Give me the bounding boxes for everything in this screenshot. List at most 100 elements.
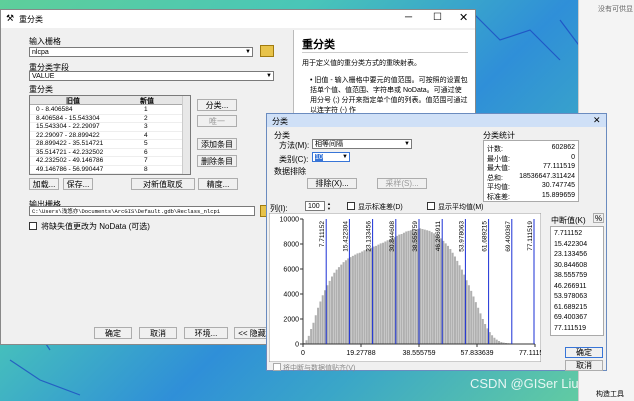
histogram-bar [474, 302, 477, 344]
break-value[interactable]: 38.555759 [554, 272, 587, 279]
new-value-cell[interactable]: 1 [144, 106, 148, 113]
new-value-cell[interactable]: 4 [144, 132, 148, 139]
precision-button[interactable]: 精度... [198, 178, 238, 190]
histogram[interactable]: 10000 8000 6000 4000 2000 00 19.27788 38.555759… [269, 213, 541, 362]
folder-icon[interactable] [260, 45, 274, 57]
percent-toggle[interactable]: % [593, 213, 604, 223]
histogram-bar [377, 244, 380, 344]
old-value-cell[interactable]: 42.232502 - 49.146786 [36, 157, 103, 164]
histogram-bar [312, 322, 315, 344]
table-row[interactable]: 22.29097 - 28.899422 4 [30, 132, 182, 140]
environments-button[interactable]: 环境... [184, 327, 228, 339]
input-raster-label: 输入栅格 [29, 37, 61, 46]
new-value-cell[interactable]: 5 [144, 140, 148, 147]
method-select[interactable]: 相等间隔 ▼ [312, 139, 412, 149]
old-value-cell[interactable]: 35.514721 - 42.232502 [36, 149, 103, 156]
table-row[interactable]: 49.146786 - 56.990447 8 [30, 166, 182, 174]
old-value-cell[interactable]: 49.146786 - 56.990447 [36, 166, 103, 173]
break-value[interactable]: 77.111519 [554, 325, 586, 332]
table-row[interactable]: 28.899422 - 35.514721 5 [30, 140, 182, 149]
break-value[interactable]: 15.422304 [554, 241, 587, 248]
x-tick-label: 0 [301, 350, 305, 357]
break-value[interactable]: 61.689215 [554, 304, 587, 311]
minimize-icon[interactable]: ─ [405, 12, 412, 23]
breaks-list[interactable]: 7.711152 15.422304 23.133456 30.844608 38.55… [550, 226, 604, 336]
table-row[interactable]: 42.232502 - 49.146786 7 [30, 157, 182, 166]
break-value[interactable]: 7.711152 [554, 230, 582, 237]
break-label: 61.689215 [482, 221, 489, 252]
old-value-cell[interactable]: 15.543304 - 22.29097 [36, 123, 100, 130]
add-entry-button[interactable]: 添加条目 [197, 138, 237, 150]
nodata-label: 将缺失值更改为 NoData (可选) [41, 222, 150, 231]
new-value-cell[interactable]: 8 [144, 166, 148, 173]
table-row[interactable]: 35.514721 - 42.232502 6 [30, 149, 182, 157]
header-old: 旧值 [66, 98, 80, 105]
table-row[interactable]: 8.406584 - 15.543304 2 [30, 115, 182, 123]
old-value-cell[interactable]: 0 - 8.406584 [36, 106, 73, 113]
histogram-bar [388, 239, 392, 344]
new-value-cell[interactable]: 2 [144, 115, 148, 122]
break-label: 15.422304 [342, 221, 349, 252]
show-std-checkbox[interactable] [347, 202, 355, 210]
table-scrollbar[interactable] [182, 96, 190, 174]
show-mean-checkbox[interactable] [427, 202, 435, 210]
stat-value: 602862 [551, 144, 575, 151]
classify-ok-button[interactable]: 确定 [565, 347, 603, 358]
close-icon[interactable]: ✕ [459, 11, 468, 24]
field-select[interactable]: VALUE ▼ [29, 71, 274, 81]
nodata-checkbox[interactable] [29, 222, 37, 230]
x-tick-label: 38.555759 [402, 350, 435, 357]
new-value-cell[interactable]: 6 [144, 149, 148, 156]
classify-button[interactable]: 分类... [197, 99, 237, 111]
histogram-bar [495, 339, 498, 344]
no-content-text: 没有可供显 [598, 6, 633, 13]
reclass-table[interactable]: 旧值 新值 0 - 8.406584 1 8.406584 - 15.543304 2… [29, 95, 191, 175]
input-raster-select[interactable]: nlcpa ▼ [29, 47, 253, 57]
cancel-button[interactable]: 取消 [139, 327, 177, 339]
histogram-bar [477, 307, 480, 344]
stat-value: 30.747745 [541, 182, 575, 189]
histogram-bar [428, 230, 431, 344]
output-path-field[interactable]: C:\Users\浅悠亦\Documents\ArcGIS\Default.gd… [29, 206, 255, 216]
x-tick-label: 57.833639 [460, 350, 493, 357]
break-value[interactable]: 53.978063 [554, 293, 587, 300]
stat-key: 计数: [487, 146, 503, 153]
sample-button[interactable]: 采样(S)... [377, 178, 427, 189]
classify-title: 分类 [272, 117, 288, 126]
histogram-bar [430, 232, 433, 344]
new-value-cell[interactable]: 3 [144, 123, 148, 130]
unique-button[interactable]: 唯一 [197, 115, 237, 127]
reverse-button[interactable]: 对新值取反 [131, 178, 195, 190]
load-button[interactable]: 加载... [29, 178, 59, 190]
old-value-cell[interactable]: 28.899422 - 35.514721 [36, 140, 103, 147]
break-value[interactable]: 46.266911 [554, 283, 587, 290]
old-value-cell[interactable]: 8.406584 - 15.543304 [36, 115, 100, 122]
columns-spinner[interactable]: 100 [305, 201, 325, 211]
y-tick-label: 2000 [283, 317, 299, 324]
y-tick-label: 8000 [283, 242, 299, 249]
histogram-bar [344, 260, 347, 344]
spinner-arrows-icon[interactable]: ▲ ▼ [327, 201, 333, 211]
ok-button[interactable]: 确定 [94, 327, 132, 339]
maximize-icon[interactable]: ☐ [433, 12, 442, 23]
classify-cancel-button[interactable]: 取消 [565, 360, 603, 371]
break-value[interactable]: 69.400367 [554, 314, 587, 321]
exclude-button[interactable]: 排除(X)... [307, 178, 357, 189]
histogram-bar [472, 296, 475, 344]
snap-checkbox[interactable] [273, 363, 281, 371]
table-row[interactable]: 15.543304 - 22.29097 3 [30, 123, 182, 132]
classes-select[interactable]: 10 ▼ [312, 152, 350, 162]
old-value-cell[interactable]: 22.29097 - 28.899422 [36, 132, 100, 139]
save-button[interactable]: 保存... [63, 178, 93, 190]
reclass-titlebar: ⚒ 重分类 ─ ☐ ✕ [1, 10, 475, 28]
classify-titlebar: 分类 ✕ [267, 114, 606, 127]
y-tick-label: 10000 [280, 217, 300, 224]
break-value[interactable]: 23.133456 [554, 251, 587, 258]
close-icon[interactable]: ✕ [593, 115, 601, 126]
delete-entry-button[interactable]: 删除条目 [197, 155, 237, 167]
histogram-bar [421, 229, 424, 344]
histogram-bar [342, 262, 345, 344]
table-row[interactable]: 0 - 8.406584 1 [30, 106, 182, 115]
new-value-cell[interactable]: 7 [144, 157, 148, 164]
break-value[interactable]: 30.844608 [554, 262, 587, 269]
